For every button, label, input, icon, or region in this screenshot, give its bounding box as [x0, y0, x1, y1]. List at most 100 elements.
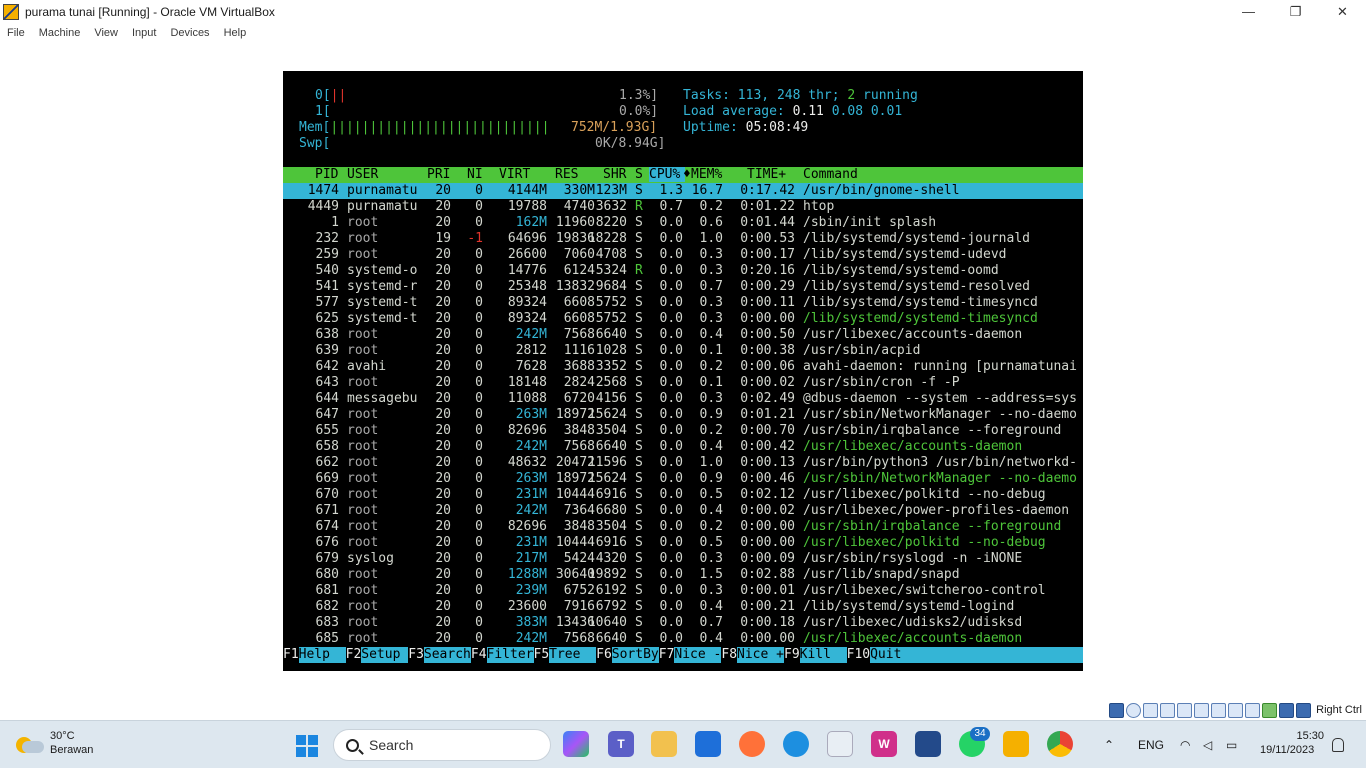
- restore-button[interactable]: ❐: [1272, 0, 1319, 23]
- process-row[interactable]: 670 root 20 0 231M 10444 6916 S 0.0 0.5 0:02.12/us…: [283, 487, 1083, 503]
- copilot-icon[interactable]: [563, 731, 589, 757]
- fkey-label[interactable]: Setup: [361, 647, 409, 663]
- vpn-app-icon[interactable]: [695, 731, 721, 757]
- process-row[interactable]: 1 root 20 0 162M 11960 8220 S 0.0 0.6 0:01.44/sbin…: [283, 215, 1083, 231]
- fkey-number[interactable]: F1: [283, 647, 299, 663]
- menu-devices[interactable]: Devices: [170, 27, 209, 39]
- fkey-label[interactable]: Nice -: [674, 647, 722, 663]
- process-row[interactable]: 679 syslog 20 0 217M 5424 4320 S 0.0 0.3 0:00.09/u…: [283, 551, 1083, 567]
- audio-icon[interactable]: [1143, 702, 1159, 718]
- fkey-number[interactable]: F2: [345, 647, 362, 663]
- fkey-number[interactable]: F10: [846, 647, 871, 663]
- process-row[interactable]: 259 root 20 0 26600 7060 4708 S 0.0 0.3 0:00.17/li…: [283, 247, 1083, 263]
- col-mem[interactable]: MEM%: [691, 167, 722, 182]
- fkey-label[interactable]: Kill: [799, 647, 847, 663]
- fkey-number[interactable]: F5: [533, 647, 550, 663]
- menu-help[interactable]: Help: [224, 27, 247, 39]
- process-row[interactable]: 1474 purnamatu 20 0 4144M 330M 123M S 1.3 16.7 0:1…: [283, 183, 1083, 199]
- virtualbox-manager-icon[interactable]: [915, 731, 941, 757]
- process-row[interactable]: 680 root 20 0 1288M 30640 19892 S 0.0 1.5 0:02.88/…: [283, 567, 1083, 583]
- process-row[interactable]: 676 root 20 0 231M 10444 6916 S 0.0 0.5 0:00.00/us…: [283, 535, 1083, 551]
- col-state[interactable]: S: [635, 167, 643, 182]
- process-row[interactable]: 655 root 20 0 82696 3848 3504 S 0.0 0.2 0:00.70/us…: [283, 423, 1083, 439]
- process-row[interactable]: 682 root 20 0 23600 7916 6792 S 0.0 0.4 0:00.21/li…: [283, 599, 1083, 615]
- network-icon[interactable]: [1160, 702, 1176, 718]
- fkey-label[interactable]: Nice +: [737, 647, 784, 663]
- fkey-number[interactable]: F6: [596, 647, 612, 663]
- process-row[interactable]: 647 root 20 0 263M 18972 15624 S 0.0 0.9 0:01.21/u…: [283, 407, 1083, 423]
- col-pri[interactable]: PRI: [427, 167, 450, 182]
- fkey-label[interactable]: Tree: [549, 647, 597, 663]
- col-pid[interactable]: PID: [315, 167, 338, 182]
- fkey-number[interactable]: F7: [658, 647, 675, 663]
- process-row[interactable]: 683 root 20 0 383M 13436 10640 S 0.0 0.7 0:00.18/u…: [283, 615, 1083, 631]
- menu-input[interactable]: Input: [132, 27, 156, 39]
- display-icon[interactable]: [1211, 702, 1227, 718]
- process-row[interactable]: 625 systemd-t 20 0 89324 6608 5752 S 0.0 0.3 0:00.…: [283, 311, 1083, 327]
- shared-folders-icon[interactable]: [1194, 702, 1210, 718]
- col-ni[interactable]: NI: [467, 167, 483, 182]
- volume-icon[interactable]: ◁: [1203, 721, 1212, 769]
- menu-machine[interactable]: Machine: [39, 27, 81, 39]
- teams-icon[interactable]: T: [608, 731, 634, 757]
- hard-disk-icon[interactable]: [1109, 702, 1125, 718]
- process-row[interactable]: 674 root 20 0 82696 3848 3504 S 0.0 0.2 0:00.00/us…: [283, 519, 1083, 535]
- process-row[interactable]: 639 root 20 0 2812 1116 1028 S 0.0 0.1 0:00.38/usr…: [283, 343, 1083, 359]
- process-row[interactable]: 643 root 20 0 18148 2824 2568 S 0.0 0.1 0:00.02/us…: [283, 375, 1083, 391]
- process-row[interactable]: 658 root 20 0 242M 7568 6640 S 0.0 0.4 0:00.42/usr…: [283, 439, 1083, 455]
- process-row[interactable]: 540 systemd-o 20 0 14776 6124 5324 R 0.0 0.3 0:20.…: [283, 263, 1083, 279]
- process-row[interactable]: 577 systemd-t 20 0 89324 6608 5752 S 0.0 0.3 0:00.…: [283, 295, 1083, 311]
- notification-bell-icon[interactable]: [1332, 738, 1344, 752]
- fkey-number[interactable]: F3: [408, 647, 424, 663]
- process-row[interactable]: 685 root 20 0 242M 7568 6640 S 0.0 0.4 0:00.00/usr…: [283, 631, 1083, 647]
- firefox-icon[interactable]: [739, 731, 765, 757]
- show-hidden-icons[interactable]: ⌃: [1104, 721, 1114, 769]
- wps-office-icon[interactable]: W: [871, 731, 897, 757]
- col-shr[interactable]: SHR: [603, 167, 626, 182]
- chrome-icon[interactable]: [1047, 731, 1073, 757]
- virtualbox-vm-icon[interactable]: [1003, 731, 1029, 757]
- clock-time[interactable]: 15:30: [1288, 729, 1324, 744]
- col-cpu[interactable]: CPU%: [649, 167, 685, 182]
- mouse-integration-icon[interactable]: [1279, 702, 1295, 718]
- htop-terminal[interactable]: 0[|| 1.3%] 1[ 0.0%] Mem[||||||||||||||||…: [283, 71, 1083, 671]
- fkey-number[interactable]: F4: [470, 647, 487, 663]
- edge-icon[interactable]: [783, 731, 809, 757]
- process-row[interactable]: 669 root 20 0 263M 18972 15624 S 0.0 0.9 0:00.46/u…: [283, 471, 1083, 487]
- start-button[interactable]: [296, 735, 318, 757]
- optical-drive-icon[interactable]: [1126, 702, 1142, 718]
- close-button[interactable]: ✕: [1319, 0, 1366, 23]
- usb-icon[interactable]: [1177, 702, 1193, 718]
- fkey-label[interactable]: Help: [298, 647, 346, 663]
- taskbar-search[interactable]: Search: [333, 729, 551, 761]
- fkey-label[interactable]: SortBy: [611, 647, 659, 663]
- menu-view[interactable]: View: [94, 27, 118, 39]
- process-row[interactable]: 4449 purnamatu 20 0 19788 4740 3632 R 0.7 0.2 0:01…: [283, 199, 1083, 215]
- col-time[interactable]: TIME+: [747, 167, 786, 182]
- fkey-label[interactable]: Quit: [870, 647, 918, 663]
- recording-icon[interactable]: [1228, 702, 1244, 718]
- file-explorer-icon[interactable]: [651, 731, 677, 757]
- menu-file[interactable]: File: [7, 27, 25, 39]
- minimize-button[interactable]: —: [1225, 0, 1272, 23]
- col-virt[interactable]: VIRT: [499, 167, 530, 182]
- col-command[interactable]: Command: [803, 167, 858, 182]
- process-row[interactable]: 644 messagebu 20 0 11088 6720 4156 S 0.0 0.3 0:02.…: [283, 391, 1083, 407]
- wifi-icon[interactable]: ◠: [1180, 721, 1190, 769]
- battery-icon[interactable]: ▭: [1226, 721, 1237, 769]
- process-row[interactable]: 541 systemd-r 20 0 25348 13832 9684 S 0.0 0.7 0:00…: [283, 279, 1083, 295]
- col-res[interactable]: RES: [555, 167, 578, 182]
- language-indicator[interactable]: ENG: [1138, 721, 1164, 769]
- process-row[interactable]: 671 root 20 0 242M 7364 6680 S 0.0 0.4 0:00.02/usr…: [283, 503, 1083, 519]
- process-row[interactable]: 232 root 19 -1 64696 19836 18228 S 0.0 1.0 0:00.53…: [283, 231, 1083, 247]
- fkey-label[interactable]: Filter: [486, 647, 534, 663]
- process-row[interactable]: 681 root 20 0 239M 6752 6192 S 0.0 0.3 0:00.01/usr…: [283, 583, 1083, 599]
- weather-widget[interactable]: 30°C Berawan: [16, 729, 93, 757]
- guest-additions-icon[interactable]: [1262, 702, 1278, 718]
- fkey-number[interactable]: F9: [784, 647, 800, 663]
- col-user[interactable]: USER: [347, 167, 378, 182]
- process-row[interactable]: 638 root 20 0 242M 7568 6640 S 0.0 0.4 0:00.50/usr…: [283, 327, 1083, 343]
- cpu-icon[interactable]: [1245, 702, 1261, 718]
- clock-date[interactable]: 19/11/2023: [1260, 744, 1314, 756]
- keyboard-capture-icon[interactable]: [1296, 702, 1312, 718]
